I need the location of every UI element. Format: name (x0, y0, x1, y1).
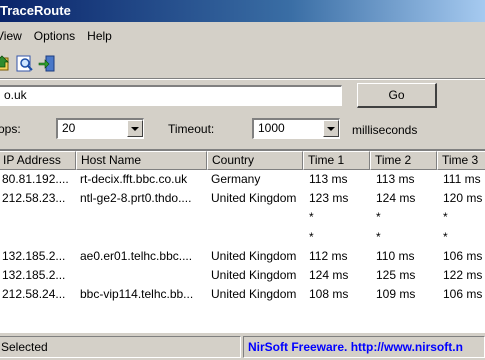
cell-time-1: * (309, 210, 314, 225)
toolbar (0, 52, 485, 76)
cell-time-3: * (443, 229, 448, 244)
cell-country: United Kingdom (211, 248, 297, 263)
hops-label: ops: (0, 122, 21, 136)
cell-country: United Kingdom (211, 191, 297, 206)
cell-time-1: 113 ms (309, 172, 348, 186)
title-bar: TraceRoute (0, 0, 485, 22)
cell-ip-address (0, 208, 76, 227)
cell-ip-address: 132.185.2... (2, 248, 66, 263)
cell-country: Germany (211, 172, 261, 186)
host-input[interactable]: o.uk (0, 85, 342, 106)
cell-time-2: 113 ms (376, 172, 415, 186)
hops-value: 20 (62, 121, 76, 135)
table-row[interactable]: 132.185.2... ae0.er01.telhc.bbc.... United… (0, 247, 485, 266)
column-time-1[interactable]: Time 1 (303, 151, 370, 170)
column-host-name[interactable]: Host Name (76, 151, 207, 170)
exit-icon[interactable] (38, 55, 56, 73)
menu-bar: View Options Help (0, 26, 485, 46)
table-row[interactable]: * * * (0, 228, 485, 247)
go-button[interactable]: Go (357, 83, 437, 108)
cell-ip-address: 212.58.23... (2, 191, 66, 206)
cell-host-name: ae0.er01.telhc.bbc.... (80, 248, 193, 263)
cell-ip-address: 132.185.2... (2, 268, 66, 282)
cell-time-3: * (443, 210, 448, 225)
cell-time-2: 110 ms (376, 248, 415, 263)
cell-time-1: 123 ms (309, 191, 349, 206)
timeout-select[interactable]: 1000 (252, 118, 340, 139)
table-row[interactable]: * * * (0, 208, 485, 227)
cell-time-3: 120 ms (443, 191, 483, 206)
cell-country: United Kingdom (211, 287, 297, 302)
chevron-down-icon[interactable] (127, 120, 143, 137)
status-bar: Selected NirSoft Freeware. http://www.ni… (0, 334, 485, 360)
cell-time-2: * (376, 229, 381, 244)
cell-host-name (76, 208, 207, 227)
cell-time-1: 112 ms (309, 248, 348, 263)
table-row[interactable]: 80.81.192.... rt-decix.fft.bbc.co.uk Germa… (0, 170, 485, 189)
menu-options[interactable]: Options (34, 26, 81, 46)
table-row[interactable]: 132.185.2... United Kingdom 124 ms 125 ms 12… (0, 266, 485, 285)
cell-ip-address: 80.81.192.... (2, 172, 69, 186)
chevron-down-icon[interactable] (323, 120, 339, 137)
menu-help[interactable]: Help (87, 26, 118, 46)
cell-time-2: 109 ms (376, 287, 416, 302)
trace-results-list[interactable]: IP Address Host Name Country Time 1 Time… (0, 149, 485, 333)
column-country[interactable]: Country (207, 151, 303, 170)
cell-time-2: 124 ms (376, 191, 416, 206)
cell-time-2: * (376, 210, 381, 225)
menu-view[interactable]: View (0, 26, 28, 46)
status-selected: Selected (0, 336, 241, 358)
save-icon[interactable] (0, 55, 12, 73)
cell-host-name (76, 228, 207, 247)
hops-select[interactable]: 20 (56, 118, 144, 139)
cell-ip-address: 212.58.24... (2, 287, 66, 302)
table-row[interactable]: 212.58.24... bbc-vip114.telhc.bb... United… (0, 285, 485, 304)
find-icon[interactable] (16, 55, 34, 73)
cell-country (207, 228, 303, 247)
table-row[interactable]: 212.58.23... ntl-ge2-8.prt0.thdo.... Unite… (0, 189, 485, 208)
cell-time-1: 124 ms (309, 268, 349, 282)
cell-country (207, 208, 303, 227)
toolbar-separator (0, 78, 485, 80)
column-time-2[interactable]: Time 2 (370, 151, 437, 170)
timeout-unit: milliseconds (352, 123, 418, 137)
cell-time-1: * (309, 229, 314, 244)
cell-time-3: 106 ms (443, 248, 483, 263)
cell-country: United Kingdom (211, 268, 297, 282)
cell-time-2: 125 ms (376, 268, 416, 282)
window-title: TraceRoute (0, 3, 71, 18)
cell-time-3: 106 ms (443, 287, 483, 302)
cell-host-name: bbc-vip114.telhc.bb... (80, 287, 194, 302)
cell-time-3: 111 ms (443, 172, 481, 186)
cell-host-name: rt-decix.fft.bbc.co.uk (80, 172, 188, 186)
column-ip-address[interactable]: IP Address (0, 151, 76, 170)
cell-host-name: ntl-ge2-8.prt0.thdo.... (80, 191, 192, 206)
timeout-value: 1000 (258, 121, 285, 135)
cell-time-1: 108 ms (309, 287, 349, 302)
timeout-label: Timeout: (168, 122, 215, 136)
nirsoft-link-text[interactable]: NirSoft Freeware. http://www.nirsoft.n (248, 340, 463, 354)
cell-ip-address (0, 228, 76, 247)
column-time-3[interactable]: Time 3 (437, 151, 485, 170)
list-header: IP Address Host Name Country Time 1 Time… (0, 151, 485, 170)
cell-time-3: 122 ms (443, 268, 483, 282)
cell-host-name (76, 266, 207, 285)
nirsoft-link[interactable]: NirSoft Freeware. http://www.nirsoft.n (243, 336, 485, 358)
